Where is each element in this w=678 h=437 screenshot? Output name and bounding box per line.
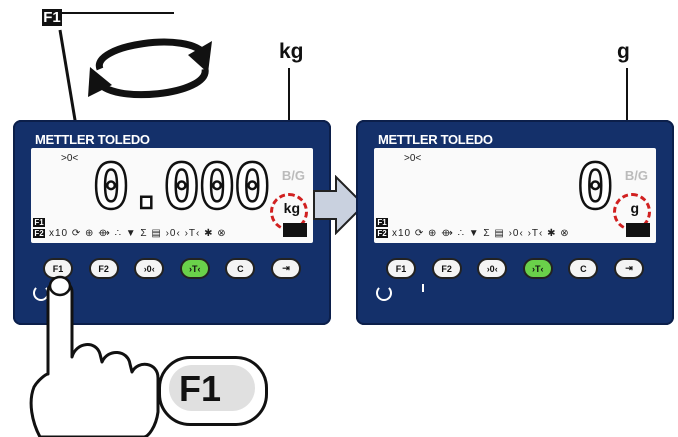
- print-key[interactable]: ⇥: [613, 258, 644, 279]
- bg-indicator: B/G: [624, 168, 648, 183]
- print-key[interactable]: ⇥: [270, 258, 301, 279]
- unit-label-g: g: [617, 40, 630, 63]
- lcd-display: >0< 0 B/G g F1 F2 x10 ⟳ ⊕ ⟴ ∴ ▼ Σ ▤ ›0‹ …: [374, 148, 656, 243]
- zero-key[interactable]: ›0‹: [477, 258, 508, 279]
- unit-label-kg: kg: [279, 40, 304, 63]
- f1-key[interactable]: F1: [386, 258, 416, 279]
- battery-icon: [283, 223, 307, 237]
- status-icon-row: x10 ⟳ ⊕ ⟴ ∴ ▼ Σ ▤ ›0‹ ›T‹ ✱ ⊗: [49, 228, 227, 239]
- terminal-right: METTLER TOLEDO >0< 0 B/G g F1 F2 x10 ⟳ ⊕…: [356, 120, 674, 325]
- power-icon: [376, 285, 392, 301]
- f2-lcd-indicator: F2: [33, 229, 45, 238]
- zero-indicator: >0<: [404, 153, 422, 164]
- brand-label: METTLER TOLEDO: [35, 132, 150, 147]
- brand-label: METTLER TOLEDO: [378, 132, 493, 147]
- f1-lcd-indicator: F1: [33, 218, 45, 227]
- f1-callout: F1: [158, 356, 268, 426]
- bg-indicator: B/G: [281, 168, 305, 183]
- weight-readout: 0: [575, 150, 615, 223]
- key-row: F1 F2 ›0‹ ›T‹ C ⇥: [386, 258, 644, 279]
- unit-display: kg: [283, 200, 300, 216]
- battery-icon: [626, 223, 650, 237]
- f2-key[interactable]: F2: [431, 258, 462, 279]
- status-icon-row: x10 ⟳ ⊕ ⟴ ∴ ▼ Σ ▤ ›0‹ ›T‹ ✱ ⊗: [392, 228, 570, 239]
- zero-indicator: >0<: [61, 153, 79, 164]
- clear-key[interactable]: C: [568, 258, 599, 279]
- unit-display: g: [630, 200, 639, 216]
- status-led: [422, 284, 424, 292]
- lcd-display: >0< 0.000 B/G kg F1 F2 x10 ⟳ ⊕ ⟴ ∴ ▼ Σ ▤…: [31, 148, 313, 243]
- f1-lcd-indicator: F1: [376, 218, 388, 227]
- f1-callout-label: F1: [179, 368, 222, 409]
- weight-readout: 0.000: [91, 150, 272, 223]
- clear-key[interactable]: C: [225, 258, 256, 279]
- f2-lcd-indicator: F2: [376, 229, 388, 238]
- tare-key[interactable]: ›T‹: [522, 258, 553, 279]
